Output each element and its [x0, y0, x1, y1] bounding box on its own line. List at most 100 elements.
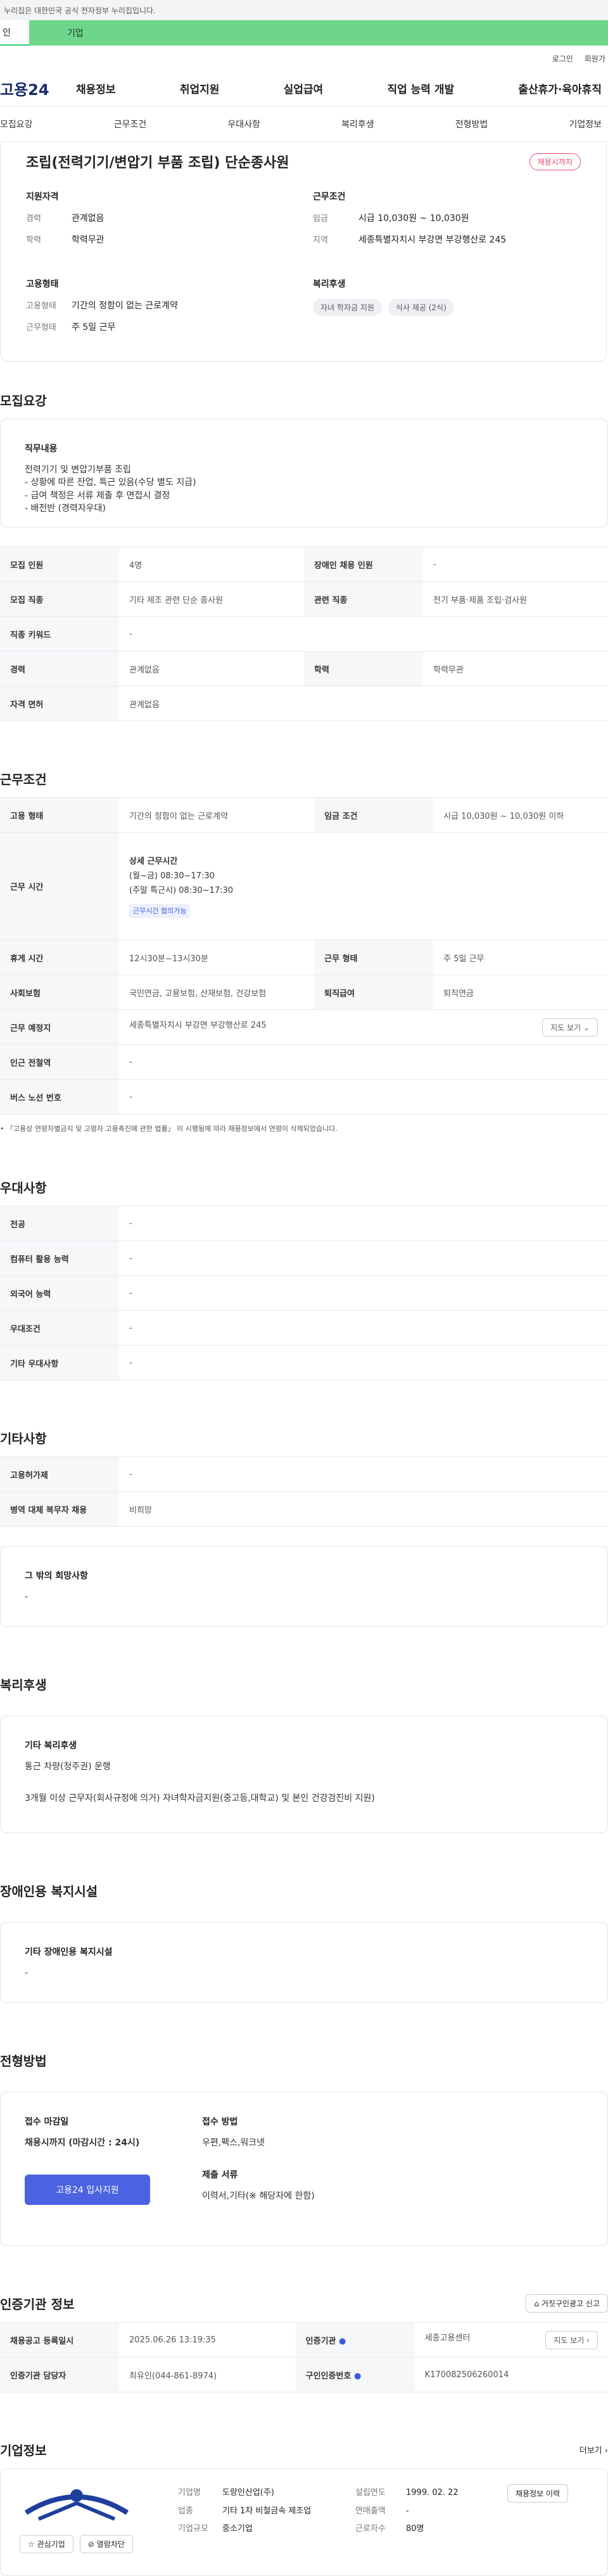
docs-value: 이력서,기타(※ 해당자에 한함) — [202, 2191, 315, 2202]
label: 근로자수 — [355, 2524, 386, 2534]
cell-value: - — [423, 546, 608, 582]
cell-value: 4명 — [119, 546, 304, 582]
duty-line: - 상황에 따른 잔업, 특근 있음(수당 별도 지급) — [25, 477, 196, 488]
cell-label: 관련 직종 — [304, 581, 423, 617]
label: 임금 — [313, 214, 328, 224]
cell-label: 전공 — [0, 1206, 119, 1241]
age-note-text: 「고용상 연령차별금지 및 고령자 고용촉진에 관한 법률」 이 시행됨에 따라… — [6, 1125, 338, 1133]
process-box: 접수 마감일 채용시까지 (마감시간 : 24시) 고용24 입사지원 접수 방… — [0, 2092, 608, 2246]
map-button[interactable]: 지도 보기 ⌄ — [542, 1018, 598, 1037]
value: 관계없음 — [72, 213, 104, 224]
work-section-title: 근무조건 — [0, 771, 47, 787]
company-header: 기업정보 더보기 › — [0, 2430, 608, 2468]
cell-value: - — [119, 1456, 608, 1492]
label: 지역 — [313, 236, 328, 245]
report-button[interactable]: ⌂ 거짓구인광고 신고 — [526, 2294, 608, 2313]
value: 기간의 정함이 없는 근로계약 — [72, 301, 178, 311]
recruit-section-title: 모집요강 — [0, 393, 47, 408]
hours-negotiable-tag: 근무시간 협의가능 — [129, 903, 191, 919]
cell-label: 구인인증번호 ● — [295, 2357, 415, 2392]
cell-label: 근무 시간 — [0, 832, 119, 940]
gnb-parental-leave[interactable]: 출산휴가·육아휴직 — [518, 80, 602, 96]
map-button-label: 지도 보기 — [550, 1023, 581, 1032]
cell-label: 고용 형태 — [0, 797, 119, 833]
cert-section-title: 인증기관 정보 — [0, 2296, 75, 2312]
welfare-chip: 식사 제공 (2식) — [388, 299, 454, 316]
company-more-link[interactable]: 더보기 › — [580, 2444, 608, 2456]
cell-label: 컴퓨터 활용 능력 — [0, 1241, 119, 1276]
cell-value: - — [119, 1241, 608, 1276]
cell-value: 관계없음 — [119, 651, 304, 686]
block-label: 열람차단 — [96, 2540, 125, 2549]
docs-label: 제출 서류 — [202, 2170, 238, 2181]
value: 중소기업 — [222, 2524, 253, 2534]
other-wish-title: 그 밖의 희망사항 — [25, 1571, 88, 1581]
cert-header: 인증기관 정보 ⌂ 거짓구인광고 신고 — [0, 2284, 608, 2322]
method-label: 접수 방법 — [202, 2117, 238, 2127]
deadline-label: 접수 마감일 — [25, 2117, 69, 2127]
cell-value: 기타 제조 관련 단순 종사원 — [119, 581, 304, 617]
company-box: ☆ 관심기업 ⊘ 열람차단 기업명 도랑인산업(주) 업종 기타 1차 비철금속 제… — [0, 2468, 608, 2576]
cell-value: 국민연금, 고용보험, 산재보험, 건강보험 — [119, 975, 315, 1010]
gnb-training[interactable]: 직업 능력 개발 — [387, 80, 454, 96]
gnb-employment-support[interactable]: 취업지원 — [180, 80, 220, 96]
company-info-left: 기업명 도랑인산업(주) 업종 기타 1차 비철금속 제조업 기업규모 중소기업 — [178, 2484, 330, 2560]
company-info-right: 설립연도 1999. 02. 22 연매출액 - 근로자수 80명 — [355, 2484, 482, 2560]
value: 세종특별자치시 부강면 부강행산로 245 — [358, 235, 507, 245]
subnav-work[interactable]: 근무조건 — [114, 118, 147, 130]
subnav-welfare[interactable]: 복리후생 — [341, 118, 374, 130]
cell-label: 근무 예정지 — [0, 1009, 119, 1045]
logo[interactable]: 고용24 — [0, 77, 76, 99]
cell-value: 세종고용센터 — [424, 2333, 471, 2343]
block-icon: ⊘ — [87, 2540, 94, 2549]
gnb-jobs[interactable]: 채용정보 — [76, 80, 116, 96]
cell-label: 인근 전철역 — [0, 1044, 119, 1080]
benefits-box: 기타 복리후생 통근 차량(청주권) 운행 3개월 이상 근무자(회사규정에 의… — [0, 1715, 608, 1833]
hours-cell: 상세 근무시간 (월~금) 08:30~17:30 (주말 특근시) 08:30… — [119, 832, 608, 940]
info-icon[interactable]: ● — [354, 2371, 361, 2381]
subnav-process[interactable]: 전형방법 — [455, 118, 488, 130]
cell-label: 모집 직종 — [0, 581, 119, 617]
duty-title: 직무내용 — [25, 444, 58, 454]
block-company-button[interactable]: ⊘ 열람차단 — [79, 2535, 133, 2553]
cell-label: 버스 노선 번호 — [0, 1079, 119, 1114]
login-link[interactable]: 로그인 — [552, 53, 573, 64]
disability-value: - — [25, 1968, 28, 1978]
gnb-unemployment[interactable]: 실업급여 — [284, 80, 324, 96]
other-wish-box: 그 밖의 희망사항 - — [0, 1546, 608, 1627]
cell-value: 전기 부품·제품 조립·검사원 — [423, 581, 608, 617]
subnav-company[interactable]: 기업정보 — [569, 118, 602, 130]
org-map-button[interactable]: 지도 보기 › — [545, 2330, 598, 2349]
signup-link[interactable]: 회원가 — [585, 53, 605, 64]
benefits-line: 통근 차량(청주권) 운행 — [25, 1762, 111, 1772]
value: 기타 1차 비철금속 제조업 — [222, 2506, 312, 2516]
cell-value: 2025.06.26 13:19:35 — [119, 2322, 296, 2358]
subnav-preference[interactable]: 우대사항 — [227, 118, 260, 130]
other-wish-value: - — [25, 1592, 28, 1602]
apply-button[interactable]: 고용24 입사지원 — [25, 2175, 150, 2206]
tab-company[interactable]: 기업 — [29, 20, 608, 46]
label: 학력 — [26, 236, 41, 245]
cert-org-label: 인증기관 — [305, 2336, 336, 2346]
company-logo — [24, 2489, 129, 2521]
job-history-button[interactable]: 채용정보 이력 — [507, 2484, 569, 2503]
cell-value: 비희망 — [119, 1491, 608, 1527]
cell-label: 장애인 채용 인원 — [304, 546, 423, 582]
conditions-title: 근무조건 — [313, 192, 346, 202]
value: 80명 — [406, 2524, 424, 2534]
cell-label: 채용공고 등록일시 — [0, 2322, 119, 2358]
duty-line: - 급여 책정은 서류 제출 후 면접시 결정 — [25, 490, 170, 501]
hours-line: (월~금) 08:30~17:30 — [129, 871, 215, 881]
cert-table: 채용공고 등록일시 2025.06.26 13:19:35 인증기관 ● 세종고용센터… — [0, 2322, 608, 2392]
process-left: 접수 마감일 채용시까지 (마감시간 : 24시) 고용24 입사지원 — [25, 2115, 202, 2223]
company-section-title: 기업정보 — [0, 2442, 47, 2458]
benefits-section-title: 복리후생 — [0, 1677, 47, 1693]
info-icon[interactable]: ● — [339, 2337, 346, 2346]
gov-bar: 누리집은 대한민국 공식 전자정부 누리집입니다. — [0, 0, 608, 20]
cell-value: 주 5일 근무 — [433, 940, 608, 975]
cell-value: - — [119, 1275, 608, 1311]
value: 학력무관 — [72, 235, 104, 245]
tab-individual[interactable]: 인 — [0, 20, 29, 46]
subnav-recruit[interactable]: 모집요강 — [0, 118, 33, 130]
favorite-company-button[interactable]: ☆ 관심기업 — [20, 2535, 73, 2553]
